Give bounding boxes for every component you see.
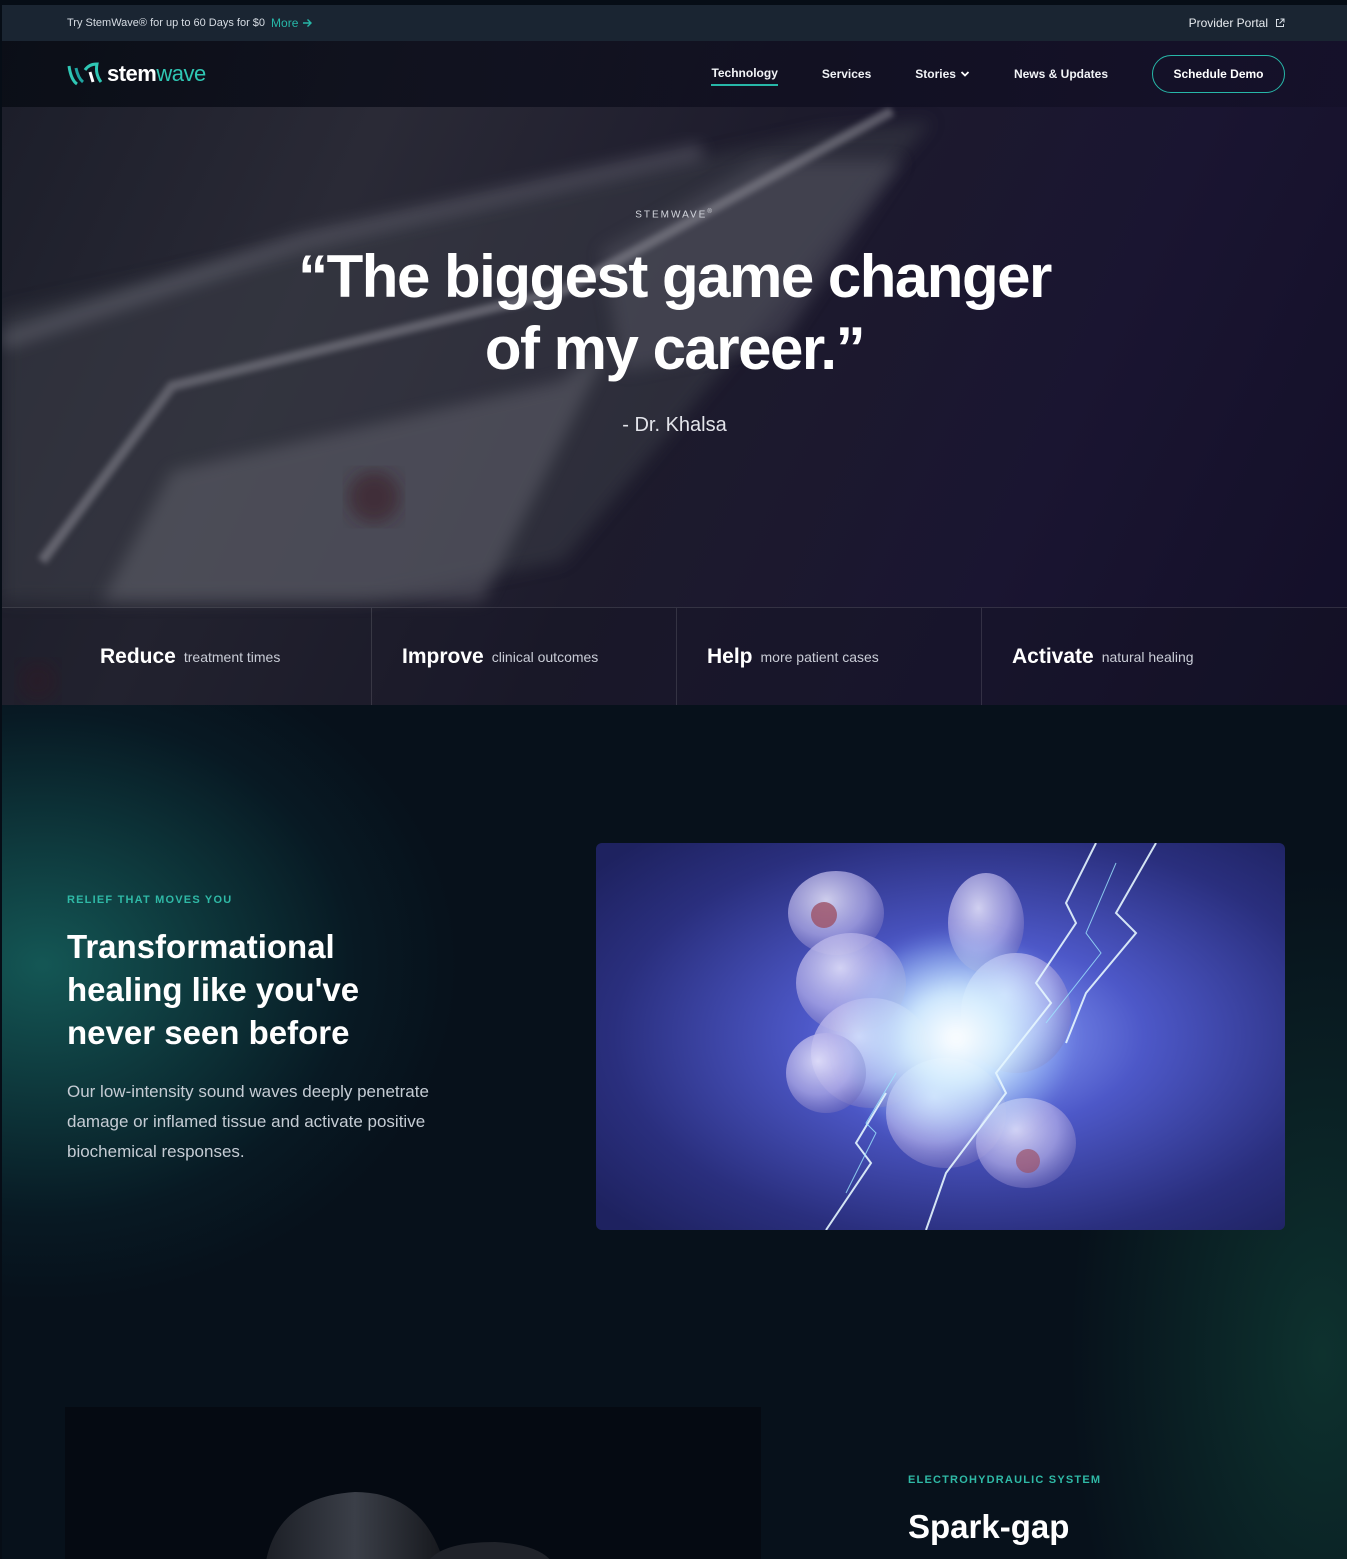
stemwave-logo-icon	[67, 62, 103, 86]
stemwave-logo[interactable]: stemwave	[67, 61, 206, 87]
healing-section: RELIEF THAT MOVES YOU Transformational h…	[2, 705, 1347, 1559]
promo-more-link[interactable]: More	[271, 16, 313, 30]
hero-quote: “The biggest game changer of my career.”	[2, 241, 1347, 385]
feature-strong: Activate	[1012, 644, 1094, 668]
logo-text-stem: stem	[107, 61, 157, 86]
nav-link-news[interactable]: News & Updates	[1014, 63, 1108, 85]
more-label: More	[271, 16, 299, 30]
feature-item: Reduce treatment times	[2, 608, 372, 705]
nav-link-stories-label: Stories	[915, 67, 956, 81]
feature-item: Improve clinical outcomes	[372, 608, 677, 705]
promo-text: Try StemWave® for up to 60 Days for $0	[67, 17, 266, 29]
feature-strong: Improve	[402, 644, 484, 668]
nav-link-technology-label: Technology	[711, 66, 778, 80]
feature-text: treatment times	[183, 648, 281, 665]
feature-text: more patient cases	[760, 648, 879, 665]
nav-link-news-label: News & Updates	[1013, 67, 1108, 81]
hero-eyebrow-text: STEMWAVE	[635, 209, 708, 221]
cell-energy-illustration	[596, 843, 1285, 1230]
feature-strong: Reduce	[100, 644, 176, 668]
feature-item: Activate natural healing	[982, 608, 1347, 705]
section-title: Transformational healing like you've nev…	[67, 928, 360, 1051]
feature-strip: Reduce treatment times Improve clinical …	[2, 607, 1347, 705]
promo-group: Try StemWave® for up to 60 Days for $0 M…	[67, 16, 313, 30]
logo-text-wave: wave	[156, 61, 206, 86]
hero-quote-line2: of my career.”	[484, 315, 866, 382]
hero-section: stemwave Technology Services Stories New…	[2, 41, 1347, 705]
nav-link-stories[interactable]: Stories	[915, 63, 970, 85]
provider-portal-label: Provider Portal	[1188, 16, 1268, 30]
cell-energy-image	[596, 843, 1285, 1230]
device-image-panel	[65, 1407, 761, 1559]
section-eyebrow: RELIEF THAT MOVES YOU	[67, 894, 233, 906]
feature-text: natural healing	[1101, 648, 1194, 665]
promo-bar: Try StemWave® for up to 60 Days for $0 M…	[2, 5, 1347, 41]
chevron-down-icon	[960, 71, 970, 77]
feature-text: clinical outcomes	[491, 648, 599, 665]
external-link-icon	[1276, 18, 1285, 27]
nav-links: Technology Services Stories News & Updat…	[711, 55, 1285, 93]
section-body: Our low-intensity sound waves deeply pen…	[67, 1082, 429, 1161]
feature-strong: Help	[707, 644, 753, 668]
section-eyebrow: ELECTROHYDRAULIC SYSTEM	[908, 1474, 1102, 1486]
hero-author: - Dr. Khalsa	[622, 414, 727, 436]
provider-portal-link[interactable]: Provider Portal	[1189, 16, 1285, 30]
nav-link-technology[interactable]: Technology	[711, 62, 778, 86]
hero-eyebrow: STEMWAVE®	[635, 209, 714, 221]
nav-link-services-label: Services	[821, 67, 872, 81]
main-nav: stemwave Technology Services Stories New…	[2, 41, 1347, 107]
schedule-demo-button[interactable]: Schedule Demo	[1152, 55, 1285, 93]
section-title: Spark-gap	[908, 1508, 1070, 1545]
device-image	[266, 1492, 550, 1559]
nav-link-services[interactable]: Services	[822, 63, 871, 85]
arrow-right-icon	[303, 19, 313, 27]
feature-item: Help more patient cases	[677, 608, 982, 705]
hero-quote-line1: “The biggest game changer	[298, 243, 1052, 310]
